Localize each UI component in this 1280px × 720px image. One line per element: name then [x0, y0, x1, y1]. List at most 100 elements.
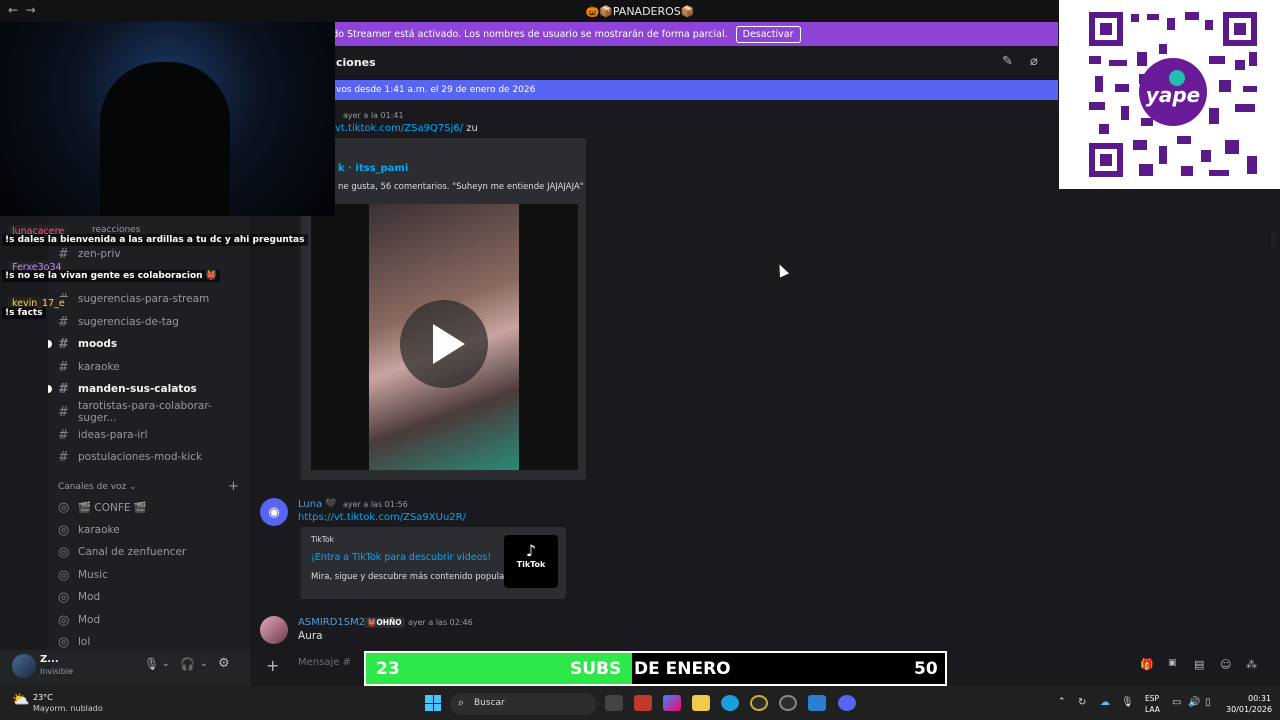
file-explorer-icon[interactable]: [692, 695, 710, 711]
chevron-down-icon[interactable]: ⌄: [162, 659, 170, 669]
tiktok-link-embed: TikTok ¡Entra a TikTok para descubrir vi…: [298, 527, 566, 599]
speaker-icon: ◎: [58, 522, 70, 538]
tiktok-thumbnail[interactable]: ♪ TikTok: [504, 535, 558, 588]
message-input[interactable]: Mensaje #: [298, 657, 351, 668]
store-icon[interactable]: [634, 695, 652, 711]
speaker-icon: ◎: [58, 567, 70, 583]
battery-icon[interactable]: ▯: [1205, 697, 1211, 708]
subs-goal-bar: 23 SUBS DE ENERO 50: [364, 651, 947, 686]
subs-current: 23: [376, 659, 400, 679]
qr-pattern: yape: [1089, 12, 1257, 177]
hash-icon: #: [58, 336, 69, 352]
taskbar-search[interactable]: ⌕ Buscar: [450, 693, 596, 715]
play-button[interactable]: [400, 300, 488, 388]
speaker-icon: ◎: [58, 589, 70, 605]
unread-indicator: [48, 340, 52, 348]
voice-channel-mod[interactable]: ◎ Mod: [58, 587, 100, 607]
weather-temp: 23°C: [33, 693, 53, 702]
discord-taskbar-icon[interactable]: [838, 695, 856, 711]
voice-channel-music[interactable]: ◎ Music: [58, 565, 108, 585]
channel-ideas-para-irl[interactable]: # ideas-para-irl: [58, 425, 148, 445]
speaker-icon: ◎: [58, 634, 70, 650]
voice-channels-header[interactable]: Canales de voz ⌄: [58, 482, 137, 492]
search-icon: ⌕: [458, 696, 465, 709]
deactivate-button[interactable]: Desactivar: [735, 25, 801, 43]
chevron-down-icon[interactable]: ⌄: [200, 659, 208, 669]
edge-icon[interactable]: [721, 695, 739, 711]
yape-qr-code: yape: [1059, 0, 1280, 189]
avatar[interactable]: [12, 654, 36, 678]
channel-postulaciones-mod-kick[interactable]: # postulaciones-mod-kick: [58, 447, 202, 467]
scrollbar-thumb[interactable]: [1271, 228, 1276, 248]
clock-time[interactable]: 00:31: [1248, 694, 1271, 703]
weather-desc: Mayorm. nublado: [33, 704, 103, 713]
discord-avatar-icon[interactable]: ◉: [260, 498, 288, 526]
notifications-off-icon[interactable]: ⌀: [1030, 54, 1038, 69]
task-view-icon[interactable]: [605, 695, 623, 711]
apps-icon[interactable]: ⁂: [1246, 658, 1257, 671]
speaker-icon: ◎: [58, 544, 70, 560]
onedrive-icon[interactable]: ☁: [1100, 697, 1110, 708]
guild-tag[interactable]: 👹OHÑO: [364, 617, 405, 628]
add-attachment-icon[interactable]: +: [266, 656, 279, 675]
chat-message-2: !s no se la vivan gente es colaboracion …: [2, 270, 220, 282]
hash-icon: #: [58, 449, 69, 465]
channel-sugerencias-de-tag[interactable]: # sugerencias-de-tag: [58, 312, 179, 332]
message-author[interactable]: ASMIRD1SM2: [298, 617, 365, 628]
channel-zen-priv[interactable]: # zen-priv: [58, 244, 121, 264]
sync-icon[interactable]: ↻: [1078, 697, 1086, 708]
keyboard-layout[interactable]: LAA: [1145, 705, 1160, 714]
voice-channel-karaoke[interactable]: ◎ karaoke: [58, 520, 120, 540]
threads-icon[interactable]: ✎: [1002, 54, 1013, 69]
gif-icon[interactable]: ▣: [1168, 658, 1177, 668]
clock-date[interactable]: 30/01/2026: [1226, 705, 1272, 714]
gift-icon[interactable]: 🎁: [1140, 658, 1154, 671]
message-link[interactable]: vt.tiktok.com/ZSa9Q7Sj6/: [335, 123, 463, 134]
username[interactable]: Z...: [40, 654, 59, 665]
channel-tarotistas[interactable]: # tarotistas-para-colaborar-suger...: [58, 400, 250, 424]
speaker-icon: ◎: [58, 499, 70, 515]
app-icon[interactable]: [808, 695, 826, 711]
new-messages-bar[interactable]: vos desde 1:41 a.m. el 29 de enero de 20…: [250, 80, 1058, 100]
speaker-icon: ◎: [58, 612, 70, 628]
heart-icon: 🖤: [325, 499, 337, 509]
gear-icon[interactable]: ⚙: [218, 656, 230, 671]
message-link[interactable]: https://vt.tiktok.com/ZSa9XUu2R/: [298, 512, 466, 523]
channel-manden-sus-calatos[interactable]: # manden-sus-calatos: [48, 379, 197, 399]
tiktok-note-icon: ♪: [525, 541, 537, 560]
hash-icon: #: [58, 404, 69, 420]
language-code[interactable]: ESP: [1145, 694, 1159, 703]
channel-sugerencias-para-stream[interactable]: #sugerencias-para-stream: [58, 289, 209, 309]
avatar[interactable]: [260, 616, 288, 644]
embed-description: ne gusta, 56 comentarios. "Suheyn me ent…: [338, 182, 584, 192]
voice-channel-zenfuencer[interactable]: ◎ Canal de zenfuencer: [58, 542, 186, 562]
obs-icon[interactable]: [750, 695, 768, 711]
embed-title[interactable]: ¡Entra a TikTok para descubrir videos!: [311, 552, 491, 563]
sticker-icon[interactable]: ▤: [1194, 658, 1204, 671]
channel-title: ciones: [336, 56, 376, 69]
back-forward-icon[interactable]: ← →: [8, 3, 36, 17]
network-icon[interactable]: ▭: [1172, 697, 1181, 708]
channel-karaoke[interactable]: # karaoke: [58, 357, 120, 377]
weather-icon[interactable]: ⛅: [12, 692, 29, 708]
embed-author[interactable]: k · itss_pami: [338, 163, 408, 174]
voice-channel-lol[interactable]: ◎ lol: [58, 632, 90, 652]
video-thumbnail[interactable]: [311, 204, 578, 470]
voice-channel-confe[interactable]: ◎ 🎬 CONFE 🎬: [58, 497, 147, 517]
chat-message-1: !s dales la bienvenida a las ardillas a …: [2, 234, 308, 246]
copilot-icon[interactable]: [663, 695, 681, 711]
windows-start-icon[interactable]: [425, 695, 441, 711]
voice-channel-mod-2[interactable]: ◎ Mod: [58, 610, 100, 630]
add-voice-channel-icon[interactable]: +: [228, 479, 239, 494]
volume-icon[interactable]: 🔊: [1188, 697, 1200, 708]
emoji-icon[interactable]: ☺: [1220, 658, 1231, 671]
chevron-up-icon[interactable]: ⌃: [1058, 697, 1066, 707]
headphones-icon[interactable]: 🎧: [180, 657, 195, 671]
subs-month-label: DE ENERO: [634, 659, 731, 679]
hash-icon: #: [58, 359, 69, 375]
channel-moods[interactable]: # moods: [48, 334, 117, 354]
message-author[interactable]: Luna: [298, 499, 322, 510]
microphone-icon[interactable]: 🎙: [144, 657, 159, 671]
steam-icon[interactable]: [779, 695, 797, 711]
mic-tray-icon[interactable]: 🎙: [1121, 697, 1134, 708]
